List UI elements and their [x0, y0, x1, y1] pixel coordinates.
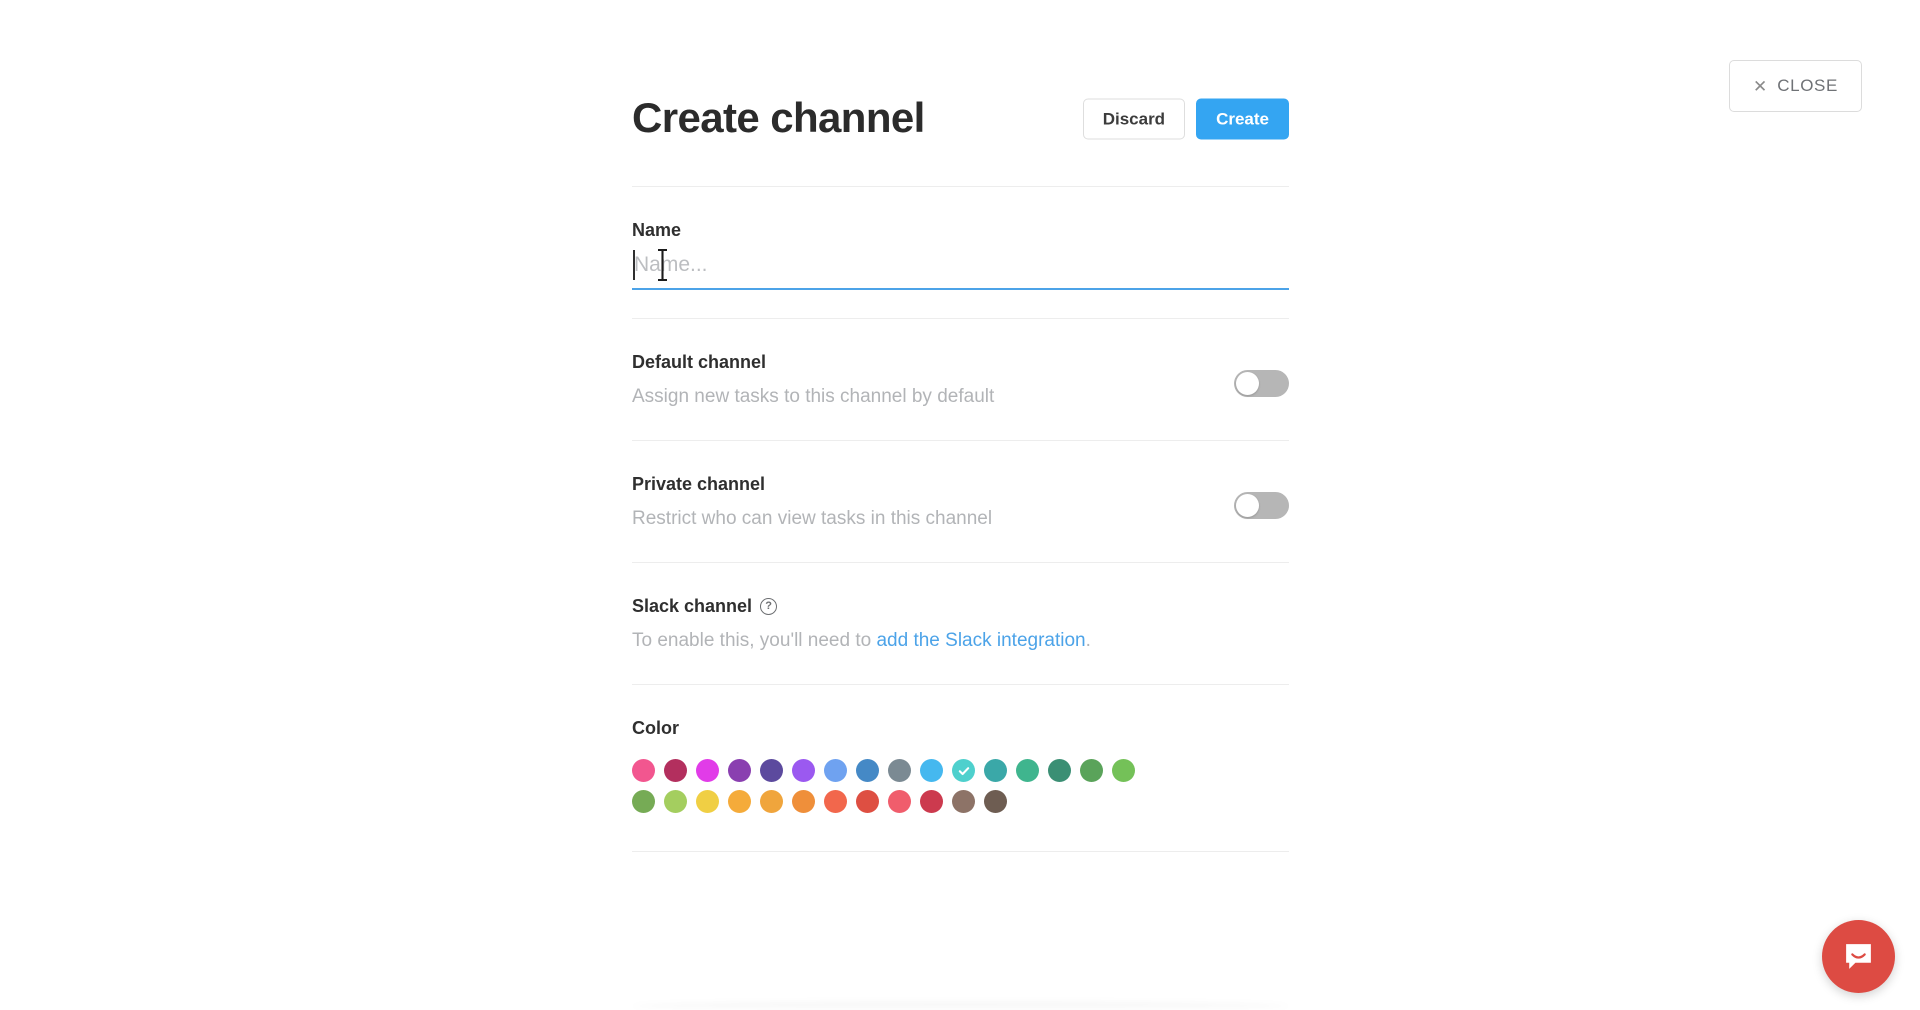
color-swatch[interactable] — [888, 759, 911, 782]
discard-button[interactable]: Discard — [1082, 98, 1186, 140]
color-swatch[interactable] — [984, 790, 1007, 813]
create-button[interactable]: Create — [1196, 98, 1289, 140]
section-default-channel: Default channel Assign new tasks to this… — [632, 319, 1289, 440]
close-button-label: CLOSE — [1777, 76, 1838, 95]
name-label: Name — [632, 220, 682, 240]
name-input-wrap — [632, 248, 1289, 290]
color-swatch[interactable] — [984, 759, 1007, 782]
section-private-channel: Private channel Restrict who can view ta… — [632, 441, 1289, 562]
color-swatch[interactable] — [664, 759, 687, 782]
color-swatch[interactable] — [632, 759, 655, 782]
color-swatch[interactable] — [728, 790, 751, 813]
create-channel-panel: Create channel Discard Create Name Name.… — [632, 0, 1289, 1010]
color-swatch[interactable] — [920, 759, 943, 782]
intercom-messenger-icon — [1846, 944, 1871, 969]
bottom-shadow — [632, 1002, 1289, 1010]
color-swatch[interactable] — [952, 790, 975, 813]
color-swatch[interactable] — [760, 759, 783, 782]
text-caret — [633, 250, 635, 280]
close-x-icon: ✕ — [1753, 76, 1768, 96]
color-swatch[interactable] — [1016, 759, 1039, 782]
color-swatch[interactable] — [952, 759, 975, 782]
slack-integration-link[interactable]: add the Slack integration — [876, 630, 1085, 651]
color-swatch[interactable] — [824, 759, 847, 782]
checkmark-icon — [952, 759, 975, 782]
color-label: Color — [632, 718, 679, 738]
private-channel-description: Restrict who can view tasks in this chan… — [632, 508, 993, 529]
color-swatch[interactable] — [760, 790, 783, 813]
color-swatch[interactable] — [1080, 759, 1103, 782]
color-swatch[interactable] — [856, 790, 879, 813]
close-button[interactable]: ✕ CLOSE — [1729, 60, 1862, 112]
color-swatch[interactable] — [664, 790, 687, 813]
color-swatch[interactable] — [1048, 759, 1071, 782]
intercom-messenger-button[interactable] — [1822, 920, 1895, 993]
toggle-knob — [1236, 372, 1259, 395]
section-color: Color — [632, 685, 1289, 851]
slack-channel-label: Slack channel ? — [632, 596, 1289, 617]
color-swatch[interactable] — [792, 759, 815, 782]
toggle-knob — [1236, 494, 1259, 517]
slack-channel-label-text: Slack channel — [632, 596, 753, 616]
color-swatch[interactable] — [696, 759, 719, 782]
name-input[interactable] — [632, 248, 1289, 290]
color-swatch[interactable] — [792, 790, 815, 813]
color-swatch[interactable] — [856, 759, 879, 782]
section-name: Name — [632, 187, 1289, 318]
color-swatch[interactable] — [920, 790, 943, 813]
header-actions: Discard Create — [1082, 98, 1289, 140]
divider — [632, 851, 1289, 852]
private-channel-toggle[interactable] — [1234, 492, 1289, 519]
color-swatch[interactable] — [824, 790, 847, 813]
color-swatch-row — [632, 790, 1289, 813]
slack-description-suffix: . — [1085, 630, 1091, 651]
color-swatch[interactable] — [728, 759, 751, 782]
color-swatch[interactable] — [888, 790, 911, 813]
panel-header: Create channel Discard Create — [632, 0, 1289, 186]
create-channel-page: ✕ CLOSE Create channel Discard Create Na… — [0, 0, 1920, 1010]
color-swatch[interactable] — [632, 790, 655, 813]
color-swatch-grid — [632, 759, 1289, 813]
section-slack-channel: Slack channel ? To enable this, you'll n… — [632, 563, 1289, 684]
default-channel-description: Assign new tasks to this channel by defa… — [632, 386, 995, 407]
private-channel-label: Private channel — [632, 474, 766, 494]
default-channel-label: Default channel — [632, 352, 767, 372]
page-title: Create channel — [632, 94, 925, 141]
slack-channel-description: To enable this, you'll need to add the S… — [632, 630, 1289, 652]
color-swatch[interactable] — [1112, 759, 1135, 782]
default-channel-toggle[interactable] — [1234, 370, 1289, 397]
color-swatch[interactable] — [696, 790, 719, 813]
color-swatch-row — [632, 759, 1289, 782]
slack-description-prefix: To enable this, you'll need to — [632, 630, 877, 651]
question-mark-icon[interactable]: ? — [760, 598, 778, 615]
